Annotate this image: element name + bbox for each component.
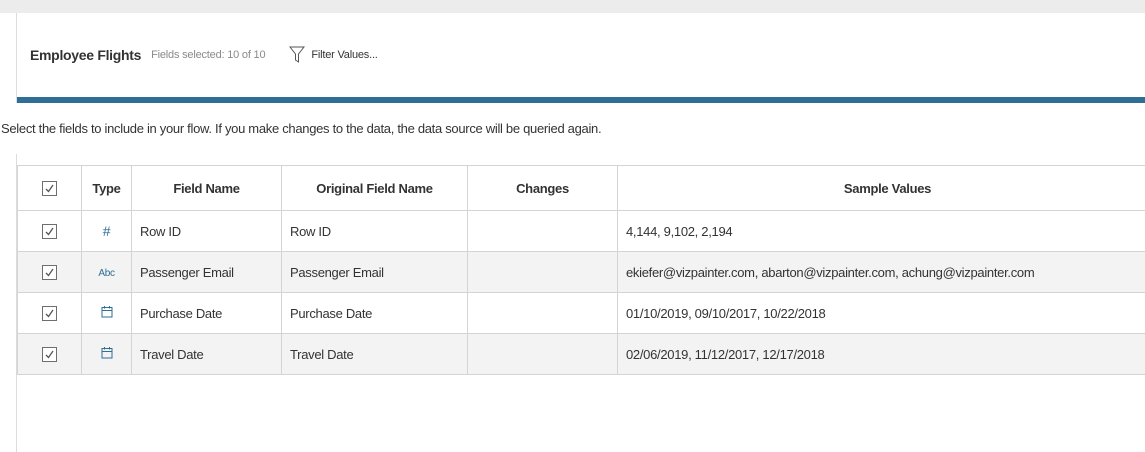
page: Employee Flights Fields selected: 10 of … — [0, 0, 1145, 452]
row-checkbox-cell[interactable] — [17, 210, 82, 252]
field-name-cell[interactable]: Travel Date — [131, 333, 282, 375]
field-name-cell[interactable]: Passenger Email — [131, 251, 282, 293]
select-all-header[interactable] — [17, 165, 82, 211]
original-field-name-cell: Row ID — [281, 210, 468, 252]
row-checkbox-cell[interactable] — [17, 333, 82, 375]
column-header-original-field-name[interactable]: Original Field Name — [281, 165, 468, 211]
column-header-sample-values[interactable]: Sample Values — [617, 165, 1145, 211]
filter-values-button[interactable]: Filter Values... — [289, 46, 378, 64]
type-cell[interactable]: Abc — [81, 251, 132, 293]
row-checkbox[interactable] — [42, 265, 57, 281]
filter-icon — [289, 46, 306, 64]
field-name-cell[interactable]: Row ID — [131, 210, 282, 252]
date-icon[interactable] — [101, 305, 113, 321]
row-checkbox-cell[interactable] — [17, 292, 82, 334]
table-row: # Row ID Row ID 4,144, 9,102, 2,194 — [17, 210, 1145, 252]
sample-values-cell: ekiefer@vizpainter.com, abarton@vizpaint… — [617, 251, 1145, 293]
sample-values-cell: 4,144, 9,102, 2,194 — [617, 210, 1145, 252]
column-header-field-name[interactable]: Field Name — [131, 165, 282, 211]
changes-cell — [467, 251, 618, 293]
panel-title: Employee Flights — [30, 47, 142, 63]
string-icon[interactable]: Abc — [98, 268, 115, 279]
row-checkbox[interactable] — [42, 306, 57, 322]
panel-header: Employee Flights Fields selected: 10 of … — [17, 13, 1145, 97]
row-checkbox-cell[interactable] — [17, 251, 82, 293]
row-checkbox[interactable] — [42, 224, 57, 240]
sample-values-cell: 01/10/2019, 09/10/2017, 10/22/2018 — [617, 292, 1145, 334]
input-panel: Employee Flights Fields selected: 10 of … — [1, 13, 1145, 452]
date-icon[interactable] — [101, 346, 113, 362]
changes-cell — [467, 292, 618, 334]
table-row: Purchase Date Purchase Date 01/10/2019, … — [17, 292, 1145, 334]
column-header-type[interactable]: Type — [81, 165, 132, 211]
type-cell[interactable]: # — [81, 210, 132, 252]
original-field-name-cell: Purchase Date — [281, 292, 468, 334]
original-field-name-cell: Travel Date — [281, 333, 468, 375]
top-strip — [0, 0, 1145, 13]
row-checkbox[interactable] — [42, 347, 57, 363]
type-cell[interactable] — [81, 333, 132, 375]
instructions-text: Select the fields to include in your flo… — [1, 103, 1145, 154]
table-row: Abc Passenger Email Passenger Email ekie… — [17, 251, 1145, 293]
filter-values-label: Filter Values... — [311, 49, 378, 61]
fields-table: Type Field Name Original Field Name Chan… — [17, 165, 1145, 375]
original-field-name-cell: Passenger Email — [281, 251, 468, 293]
select-all-checkbox[interactable] — [42, 181, 57, 197]
changes-cell — [467, 210, 618, 252]
sample-values-cell: 02/06/2019, 11/12/2017, 12/17/2018 — [617, 333, 1145, 375]
column-header-changes[interactable]: Changes — [467, 165, 618, 211]
changes-cell — [467, 333, 618, 375]
number-icon[interactable]: # — [103, 223, 111, 239]
field-name-cell[interactable]: Purchase Date — [131, 292, 282, 334]
table-row: Travel Date Travel Date 02/06/2019, 11/1… — [17, 333, 1145, 375]
instructions-label: Select the fields to include in your flo… — [1, 121, 602, 136]
table-header-row: Type Field Name Original Field Name Chan… — [17, 165, 1145, 211]
type-cell[interactable] — [81, 292, 132, 334]
fields-selected-count: Fields selected: 10 of 10 — [151, 49, 266, 61]
